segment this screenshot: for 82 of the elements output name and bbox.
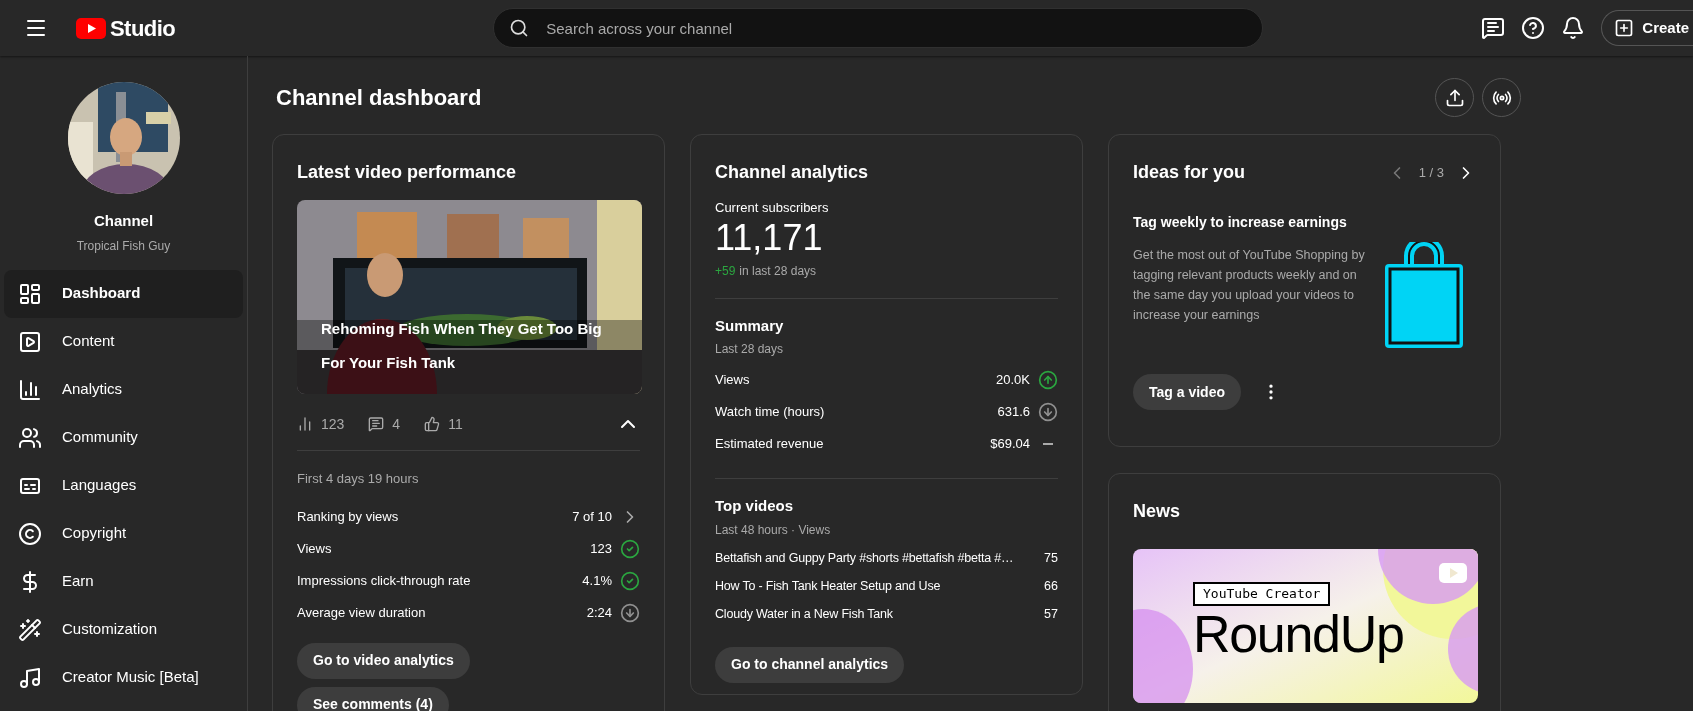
- metric-label: Average view duration: [297, 603, 427, 622]
- sidebar-item[interactable]: Community: [4, 413, 243, 462]
- help-icon[interactable]: [1521, 16, 1546, 40]
- section-subtitle: Last 48 hours · Views: [715, 521, 832, 539]
- people-icon: [18, 425, 42, 450]
- action-button[interactable]: Go to channel analytics: [715, 646, 905, 683]
- bar-chart-icon: [297, 416, 313, 432]
- idea-description: Get the most out of YouTube Shopping by tagging relevant products weekly and on the same day you upload your videos to increase your earnings: [1133, 247, 1365, 324]
- subscriber-count: 11,171: [715, 217, 824, 258]
- sidebar-item[interactable]: Customization: [4, 605, 243, 654]
- sidebar-item[interactable]: Creator Music [Beta]: [4, 653, 243, 702]
- metric-value: 4.1%: [582, 571, 612, 590]
- metric-value: $69.04: [990, 435, 1030, 454]
- metric-label: Ranking by views: [297, 507, 400, 526]
- stat-value: 11: [448, 414, 463, 434]
- play-icon: [18, 329, 42, 354]
- bar-chart-icon: [18, 377, 42, 402]
- notifications-icon[interactable]: [1561, 16, 1586, 40]
- action-button[interactable]: See comments (4): [297, 686, 449, 711]
- feedback-icon[interactable]: [1481, 16, 1506, 40]
- plus-icon: [1614, 18, 1635, 38]
- video-title: Rehoming Fish When They Get Too Big For Your Fish Tank: [321, 319, 603, 373]
- search-field[interactable]: Search across your channel: [493, 8, 1264, 48]
- sidebar-item[interactable]: Content: [4, 317, 243, 366]
- channel-handle: Tropical Fish Guy: [76, 237, 171, 255]
- period-label: First 4 days 19 hours: [297, 470, 420, 488]
- brand-name[interactable]: Studio: [110, 11, 176, 45]
- video-views: 75: [1044, 550, 1058, 568]
- check-circle-icon: [620, 570, 640, 591]
- metric-label: Views: [297, 539, 333, 558]
- stat-value: 123: [321, 414, 345, 434]
- card-title: News: [1133, 500, 1182, 523]
- banner-headline: RoundUp: [1193, 606, 1404, 662]
- video-thumbnail[interactable]: Rehoming Fish When They Get Too Big For Your Fish Tank: [297, 200, 642, 394]
- subscriber-change: +59: [715, 262, 736, 280]
- video-link[interactable]: Cloudy Water in a New Fish Tank: [715, 605, 1037, 624]
- comment-icon: [368, 416, 385, 432]
- change-period: in last 28 days: [739, 262, 817, 280]
- card-title: Latest video performance: [297, 161, 518, 184]
- metric-label: Views: [715, 371, 751, 390]
- idea-title: Tag weekly to increase earnings: [1133, 213, 1348, 232]
- section-title: Summary: [715, 315, 785, 336]
- card-title: Ideas for you: [1133, 161, 1247, 184]
- page-title: Channel dashboard: [276, 84, 482, 112]
- metric-value: 631.6: [997, 403, 1030, 422]
- sidebar-item[interactable]: Languages: [4, 461, 243, 510]
- thumbs-up-icon: [424, 416, 441, 432]
- banner-tag: YouTube Creator: [1193, 582, 1331, 606]
- video-link[interactable]: How To - Fish Tank Heater Setup and Use: [715, 577, 1037, 596]
- music-note-icon: [18, 665, 42, 690]
- dash-icon: [1043, 443, 1053, 445]
- dashboard-icon: [18, 281, 42, 306]
- metric-label: Impressions click-through rate: [297, 571, 472, 590]
- metric-label: Watch time (hours): [715, 403, 826, 422]
- metric-value: 7 of 10: [572, 507, 612, 526]
- search-icon: [509, 18, 530, 38]
- channel-name: Channel: [93, 211, 154, 231]
- action-button[interactable]: Go to video analytics: [297, 642, 470, 679]
- logo-icon[interactable]: [76, 17, 106, 39]
- section-title: Top videos: [715, 496, 795, 516]
- metric-label: Estimated revenue: [715, 435, 825, 454]
- upload-icon: [1444, 87, 1465, 108]
- video-views: 57: [1044, 606, 1058, 624]
- sidebar-item[interactable]: Copyright: [4, 509, 243, 558]
- metric-value: 20.0K: [996, 371, 1030, 390]
- video-views: 66: [1044, 578, 1058, 596]
- section-subtitle: Last 28 days: [715, 341, 785, 358]
- check-circle-icon: [620, 538, 640, 559]
- news-banner[interactable]: YouTube Creator RoundUp: [1133, 549, 1478, 703]
- sidebar-item[interactable]: Dashboard: [4, 269, 243, 318]
- copyright-icon: [18, 521, 42, 546]
- card-title: Channel analytics: [715, 161, 870, 184]
- pager: 1 / 3: [1418, 163, 1444, 182]
- stat-value: 4: [392, 414, 401, 434]
- action-button[interactable]: Tag a video: [1133, 374, 1241, 410]
- sidebar-item[interactable]: Earn: [4, 557, 243, 606]
- sidebar-item[interactable]: Analytics: [4, 365, 243, 414]
- subscribers-label: Current subscribers: [715, 199, 830, 217]
- metric-value: 123: [590, 539, 612, 558]
- video-link[interactable]: Bettafish and Guppy Party #shorts #bettafish #betta #…: [715, 549, 1037, 568]
- metric-value: 2:24: [586, 603, 612, 622]
- magic-wand-icon: [18, 617, 42, 642]
